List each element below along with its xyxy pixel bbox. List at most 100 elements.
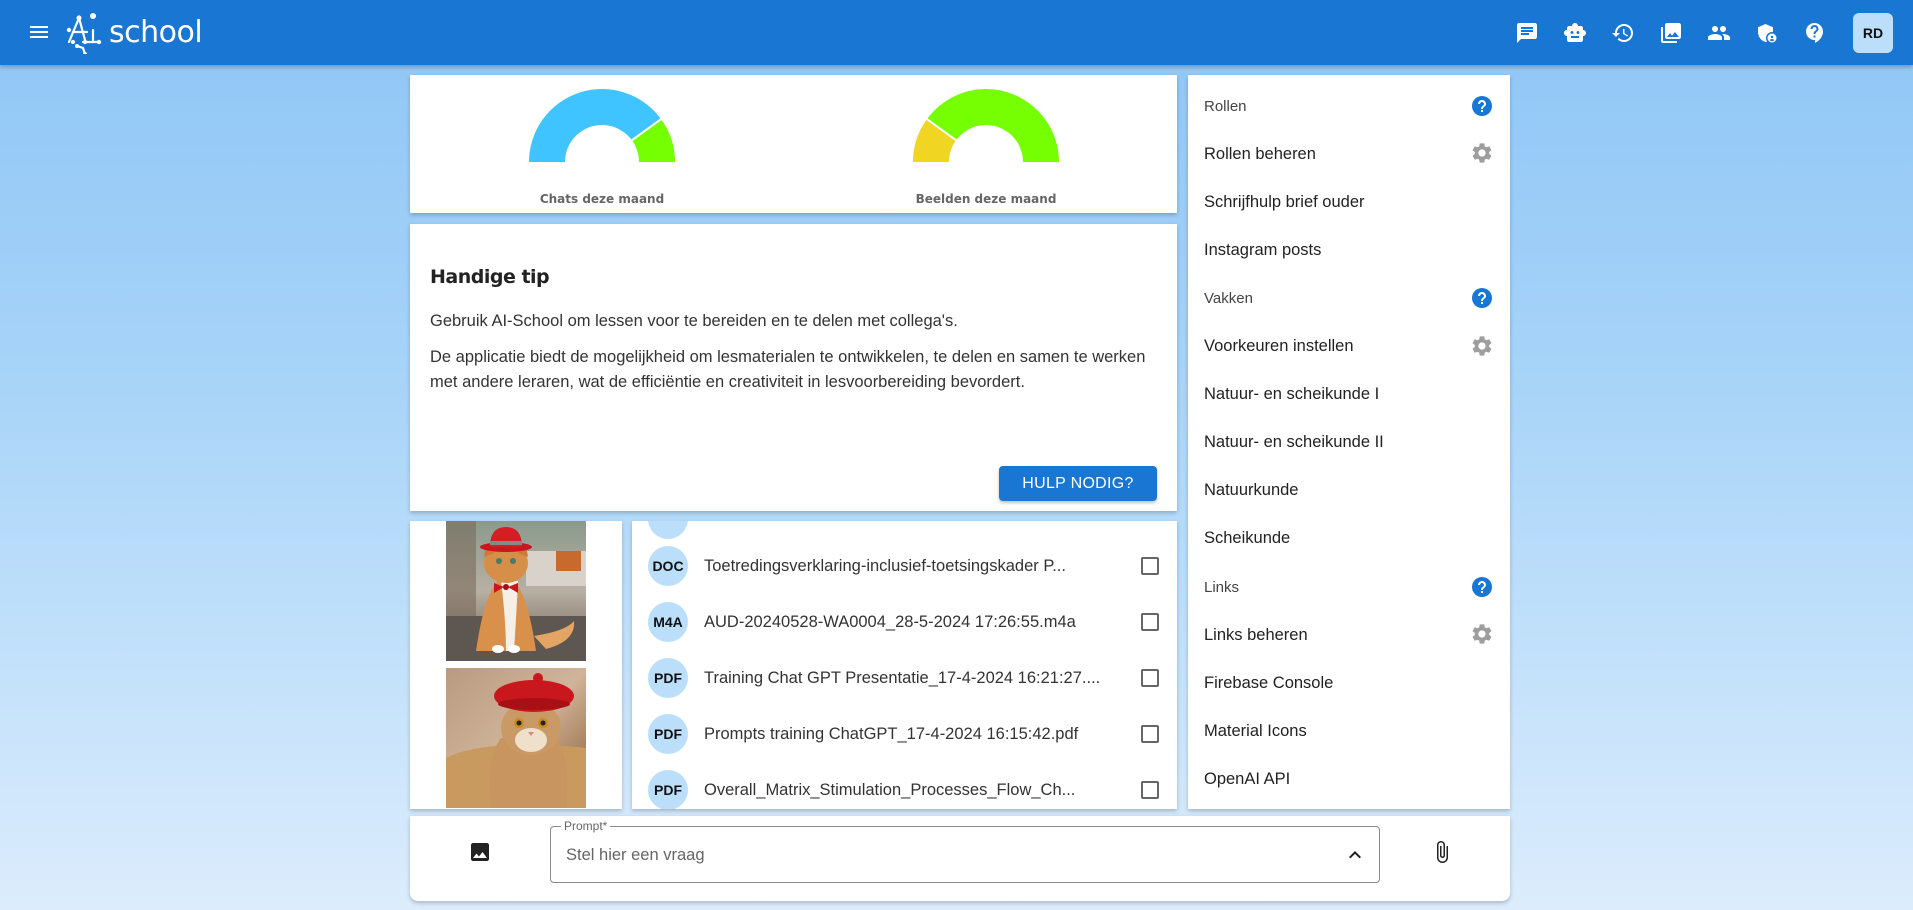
item-label: Natuurkunde <box>1204 481 1299 500</box>
cat-with-bowler-hat-image <box>446 521 586 661</box>
file-name: AUD-20240528-WA0004_28-5-2024 17:26:55.m… <box>704 612 1076 631</box>
file-type-badge <box>648 521 688 539</box>
settings-gear-icon <box>1472 143 1492 163</box>
help-button[interactable] <box>1803 21 1827 45</box>
file-select-checkbox[interactable] <box>1141 781 1159 799</box>
prompt-bar: Prompt* <box>410 816 1510 901</box>
help-icon <box>1806 22 1823 43</box>
tip-card: Handige tip Gebruik AI-School om lessen … <box>410 224 1177 511</box>
file-list-item[interactable]: PDF Training Chat GPT Presentatie_17-4-20… <box>632 650 1177 706</box>
item-label: Voorkeuren instellen <box>1204 337 1354 355</box>
tip-title: Handige tip <box>430 266 550 288</box>
item-label: Natuur- en scheikunde I <box>1204 385 1380 404</box>
chat-icon <box>1517 22 1537 43</box>
file-type-badge: PDF <box>648 770 688 809</box>
file-list-item[interactable]: PDF Prompts training ChatGPT_17-4-2024 16… <box>632 706 1177 762</box>
chat-button[interactable] <box>1515 21 1539 45</box>
item-label: Natuur- en scheikunde II <box>1204 433 1384 452</box>
admin-shield-icon <box>1758 23 1777 42</box>
app-name: school <box>109 14 203 50</box>
admin-button[interactable] <box>1755 21 1779 45</box>
panel-item-material-icons[interactable]: Material Icons <box>1188 707 1510 755</box>
assistants-button[interactable] <box>1563 21 1587 45</box>
chevron-up-icon <box>1349 851 1361 859</box>
people-icon <box>1708 25 1730 40</box>
section-help-button[interactable] <box>1470 286 1494 310</box>
usage-gauges-card: Chats deze maand Beelden deze maand <box>410 75 1177 213</box>
file-type-badge: PDF <box>648 658 688 698</box>
panel-item-scheikunde[interactable]: Scheikunde <box>1188 515 1510 563</box>
section-title: Vakken <box>1204 289 1253 307</box>
panel-item-natuur-en-scheikunde-ii[interactable]: Natuur- en scheikunde II <box>1188 419 1510 467</box>
prompt-field[interactable]: Prompt* <box>550 819 1380 883</box>
users-button[interactable] <box>1707 21 1731 45</box>
user-avatar[interactable]: RD <box>1853 12 1893 53</box>
file-list-item[interactable]: M4A AUD-20240528-WA0004_28-5-2024 17:26:5… <box>632 594 1177 650</box>
generated-image[interactable] <box>446 668 586 808</box>
section-title: Rollen <box>1204 97 1247 115</box>
item-label: Rollen beheren <box>1204 144 1316 163</box>
section-help-button[interactable] <box>1470 94 1494 118</box>
panel-item-links-beheren[interactable]: Links beheren <box>1188 611 1510 659</box>
file-type-badge: DOC <box>648 546 688 586</box>
file-name: Prompts training ChatGPT_17-4-2024 16:15… <box>704 724 1079 743</box>
settings-gear-icon <box>1472 624 1492 644</box>
image-icon <box>471 843 489 861</box>
attach-file-button[interactable] <box>1430 840 1454 864</box>
item-label: Schrijfhulp brief ouder <box>1204 192 1365 211</box>
help-circle-icon <box>1472 577 1492 597</box>
manage-settings-button[interactable] <box>1470 622 1494 646</box>
panel-item-schrijfhulp-brief-ouder[interactable]: Schrijfhulp brief ouder <box>1188 178 1510 226</box>
prompt-input[interactable] <box>566 842 1326 868</box>
section-help-button[interactable] <box>1470 575 1494 599</box>
cat-with-beret-image <box>446 668 586 808</box>
file-type-badge: M4A <box>648 602 688 642</box>
robot-icon <box>1564 22 1586 42</box>
paperclip-icon <box>1437 841 1448 863</box>
gauge-label: Chats deze maand <box>539 192 665 206</box>
expand-prompt-button[interactable] <box>1343 843 1367 867</box>
image-generation-button[interactable] <box>468 840 492 864</box>
panel-item-instagram-posts[interactable]: Instagram posts <box>1188 226 1510 274</box>
tip-paragraph: De applicatie biedt de mogelijkheid om l… <box>430 348 1146 391</box>
section-header-rollen: Rollen <box>1188 82 1510 130</box>
panel-item-voorkeuren-instellen[interactable]: Voorkeuren instellen <box>1188 323 1510 371</box>
manage-settings-button[interactable] <box>1470 141 1494 165</box>
files-list-card: DOC Toetredingsverklaring-inclusief-toets… <box>632 521 1177 809</box>
file-list-item[interactable]: PDF Overall_Matrix_Stimulation_Processes_… <box>632 762 1177 809</box>
file-select-checkbox[interactable] <box>1141 557 1159 575</box>
file-select-checkbox[interactable] <box>1141 725 1159 743</box>
panel-item-firebase-console[interactable]: Firebase Console <box>1188 659 1510 707</box>
gauge-chart <box>913 89 1059 162</box>
generated-image[interactable] <box>446 521 586 661</box>
item-label: OpenAI API <box>1204 769 1291 788</box>
help-needed-button[interactable]: HULP NODIG? <box>999 466 1157 501</box>
gauge-label: Beelden deze maand <box>915 192 1057 206</box>
photo-library-icon <box>1661 22 1681 43</box>
panel-item-natuurkunde[interactable]: Natuurkunde <box>1188 467 1510 515</box>
quick-links-panel: Rollen Rollen beheren Schrijfhulp brief ou… <box>1188 75 1510 809</box>
gauge-images: Beelden deze maand <box>886 75 1086 213</box>
file-list-item[interactable]: DOC Toetredingsverklaring-inclusief-toets… <box>632 538 1177 594</box>
item-label: Scheikunde <box>1204 529 1291 548</box>
history-button[interactable] <box>1611 21 1635 45</box>
file-select-checkbox[interactable] <box>1141 613 1159 631</box>
item-label: Instagram posts <box>1204 240 1322 259</box>
panel-item-natuur-en-scheikunde-i[interactable]: Natuur- en scheikunde I <box>1188 371 1510 419</box>
menu-button[interactable] <box>27 20 51 44</box>
app-bar: school RD <box>0 0 1913 65</box>
panel-item-openai-api[interactable]: OpenAI API <box>1188 755 1510 803</box>
images-button[interactable] <box>1659 21 1683 45</box>
item-label: Firebase Console <box>1204 673 1334 692</box>
file-name: Overall_Matrix_Stimulation_Processes_Flo… <box>704 780 1076 799</box>
manage-settings-button[interactable] <box>1470 334 1494 358</box>
panel-item-rollen-beheren[interactable]: Rollen beheren <box>1188 130 1510 178</box>
ai-logo-icon <box>66 13 102 54</box>
hamburger-menu-icon <box>30 26 48 38</box>
help-circle-icon <box>1472 96 1492 116</box>
file-select-checkbox[interactable] <box>1141 669 1159 687</box>
generated-images-card <box>410 521 622 809</box>
file-type-badge: PDF <box>648 714 688 754</box>
app-logo[interactable]: school <box>63 10 203 54</box>
prompt-label: Prompt* <box>561 819 611 833</box>
